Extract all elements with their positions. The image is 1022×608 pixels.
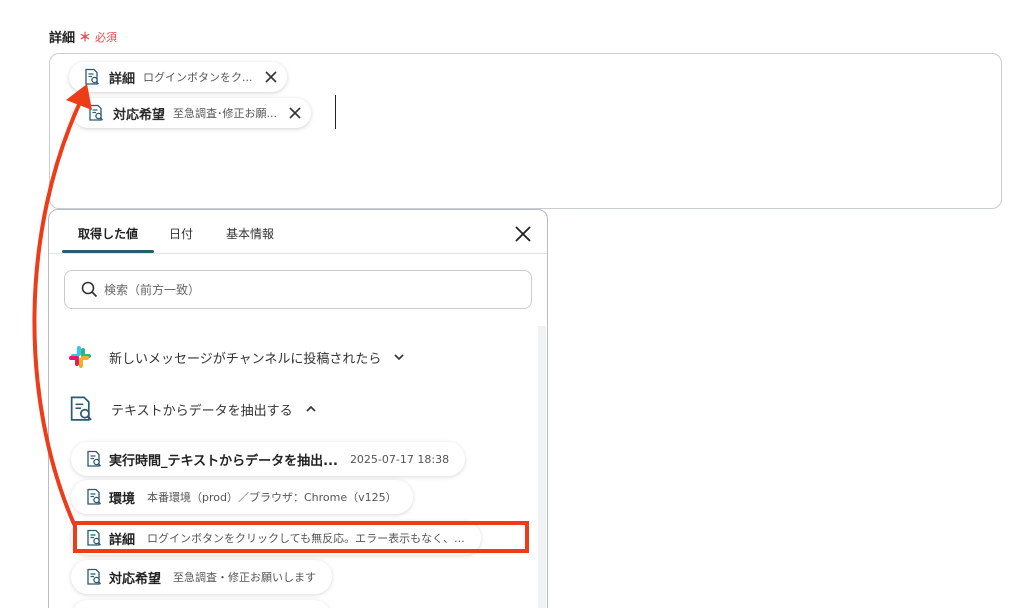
- text-caret: [335, 95, 336, 129]
- chevron-down-icon: [394, 354, 404, 361]
- input-pill-response[interactable]: 対応希望 至急調査･修正お願...: [73, 98, 312, 128]
- tab-bar: 取得した値 日付 基本情報: [49, 210, 547, 254]
- field-label: 詳細 ＊ 必須: [49, 27, 117, 46]
- document-search-icon: [87, 488, 101, 505]
- item-name: 対応希望: [109, 571, 162, 587]
- value-item-partial[interactable]: [71, 600, 331, 608]
- close-icon[interactable]: [287, 105, 303, 121]
- tab-basic-info[interactable]: 基本情報: [226, 225, 274, 242]
- item-value: 2025-07-17 18:38: [349, 452, 450, 466]
- tab-date[interactable]: 日付: [169, 225, 193, 242]
- value-item-response-request[interactable]: 対応希望 至急調査・修正お願いします: [71, 560, 333, 594]
- document-search-icon: [87, 450, 101, 467]
- annotation-highlight-box: [73, 521, 529, 553]
- scrollbar[interactable]: [538, 326, 546, 608]
- pill-name: 詳細: [109, 71, 136, 87]
- required-text: 必須: [95, 30, 118, 44]
- input-pill-detail[interactable]: 詳細 ログインボタンをク...: [69, 62, 287, 92]
- section-slack-trigger[interactable]: 新しいメッセージがチャンネルに投稿されたら: [67, 344, 405, 370]
- item-value: 至急調査・修正お願いします: [173, 571, 317, 584]
- slack-icon: [69, 346, 91, 368]
- item-name: 環境: [109, 491, 136, 507]
- active-tab-indicator: [62, 250, 154, 253]
- document-search-icon: [85, 68, 99, 85]
- document-search-icon: [70, 396, 92, 421]
- required-mark: ＊: [79, 30, 92, 44]
- value-item-execution-time[interactable]: 実行時間_テキストからデータを抽出... 2025-07-17 18:38: [71, 442, 466, 476]
- item-name: 実行時間_テキストからデータを抽出...: [109, 453, 338, 469]
- pill-value: 至急調査･修正お願...: [173, 107, 278, 120]
- close-icon[interactable]: [514, 225, 532, 243]
- document-search-icon: [87, 568, 101, 585]
- section-extract-text[interactable]: テキストからデータを抽出する: [67, 395, 317, 423]
- close-icon[interactable]: [263, 69, 279, 85]
- item-value: 本番環境（prod）／ブラウザ：Chrome（v125）: [147, 491, 397, 504]
- field-label-text: 詳細: [49, 31, 76, 46]
- search-input[interactable]: [104, 282, 504, 297]
- chevron-up-icon: [306, 405, 316, 412]
- tab-fetched-values[interactable]: 取得した値: [78, 225, 138, 242]
- pill-name: 対応希望: [113, 107, 166, 123]
- search-icon: [81, 281, 98, 298]
- section-title: テキストからデータを抽出する: [111, 403, 293, 419]
- document-search-icon: [89, 104, 103, 121]
- pill-value: ログインボタンをク...: [143, 71, 253, 84]
- section-title: 新しいメッセージがチャンネルに投稿されたら: [109, 351, 382, 367]
- search-box[interactable]: [64, 270, 532, 309]
- value-item-environment[interactable]: 環境 本番環境（prod）／ブラウザ：Chrome（v125）: [71, 480, 413, 514]
